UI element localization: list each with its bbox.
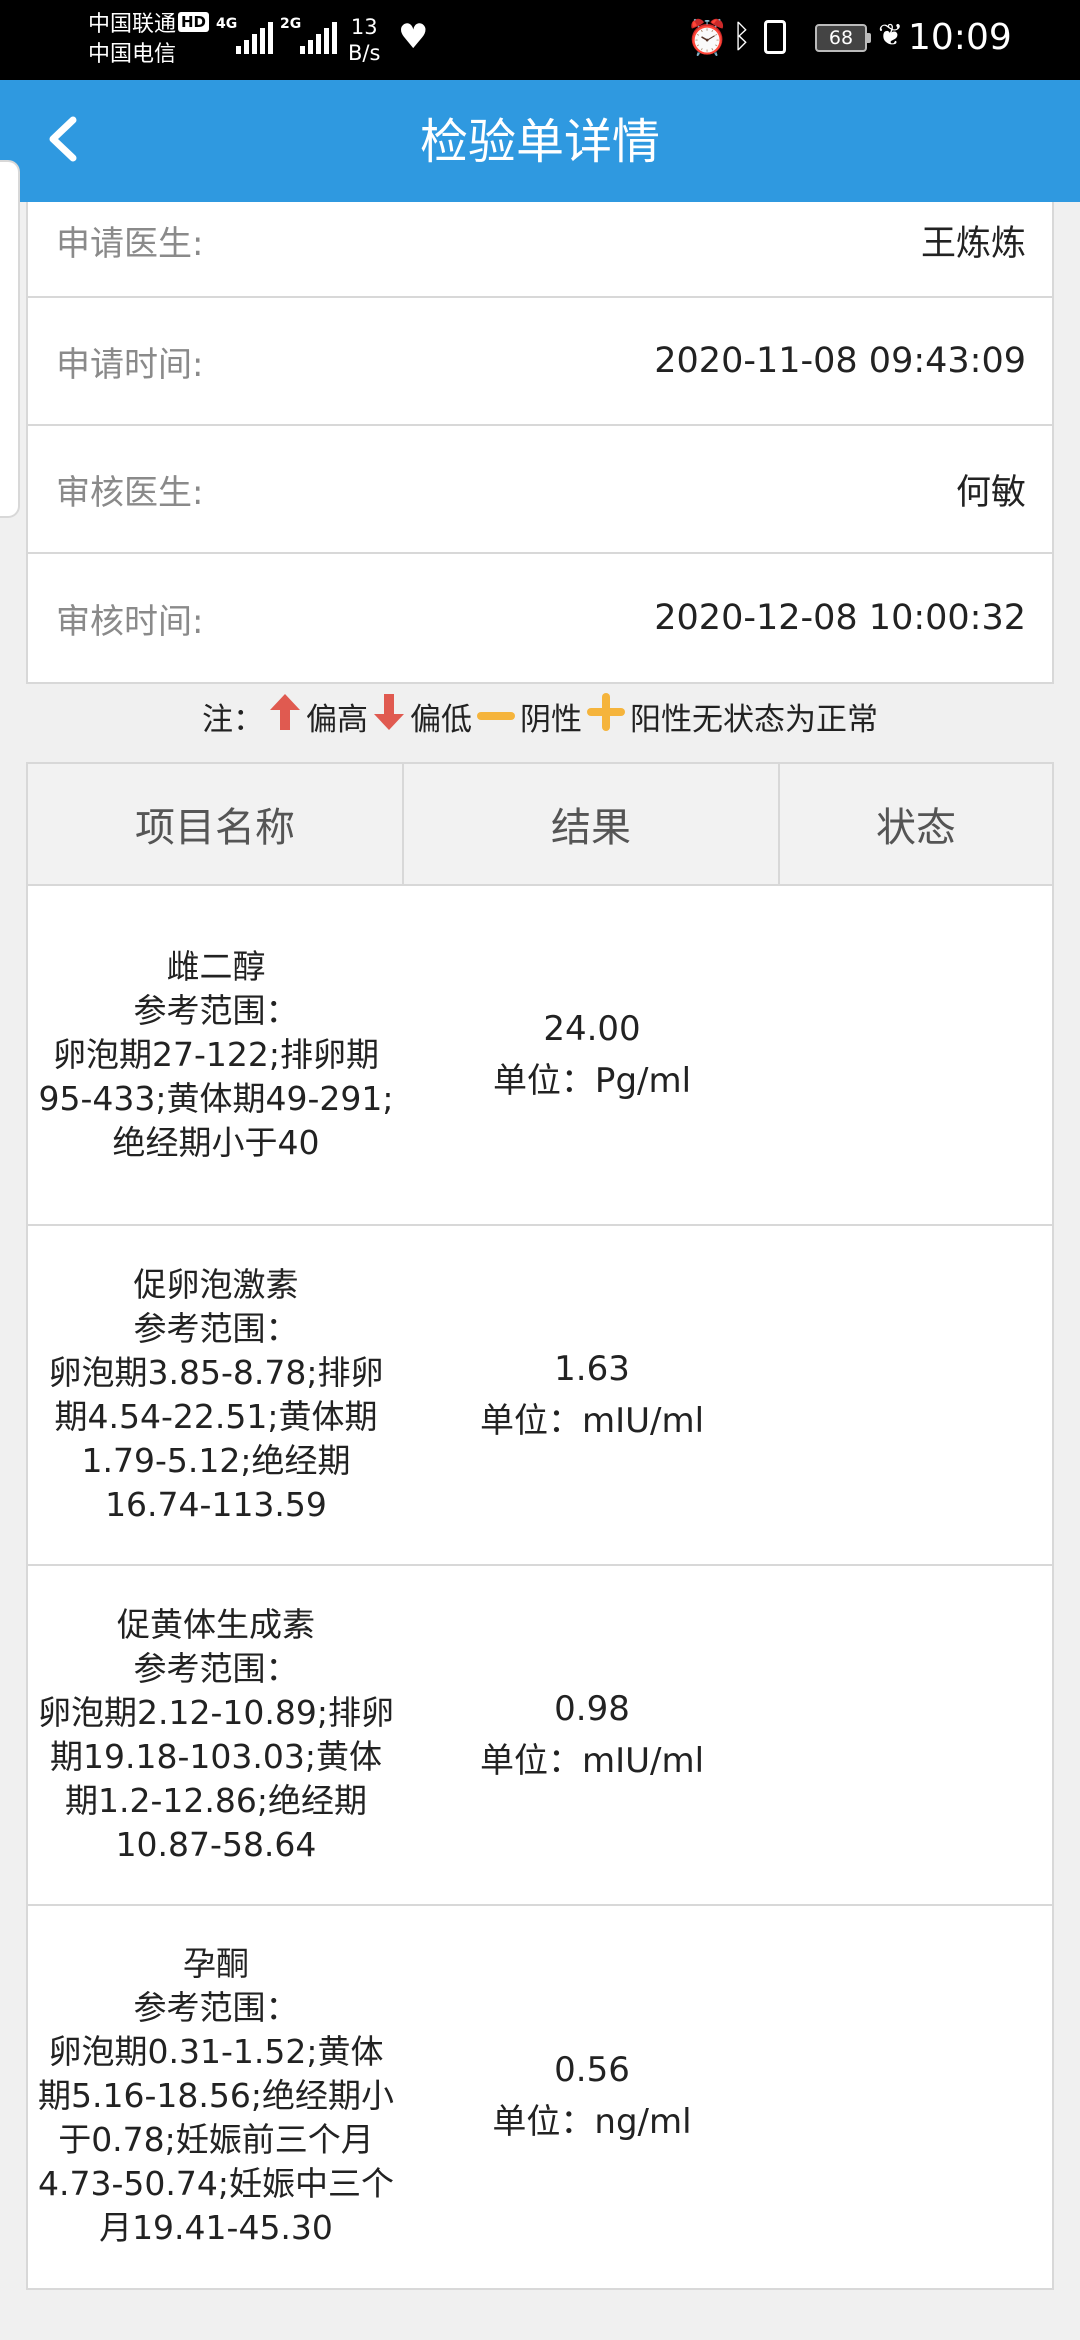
legend-low: 偏低 <box>410 701 472 738</box>
status-cell <box>780 1226 1052 1564</box>
status-cell <box>780 886 1052 1224</box>
status-bar: 中国联通 中国电信 HD 4G 2G 13 B/s ♥ ⏰ ᛒ 68 ❦ 10:… <box>0 0 1080 80</box>
arrow-down-icon <box>372 692 406 740</box>
info-label: 审核医生: <box>56 472 204 513</box>
item-name: 促黄体生成素 <box>117 1605 315 1644</box>
item-name: 孕酮 <box>183 1944 249 1983</box>
bluetooth-icon: ᛒ <box>732 17 752 55</box>
status-legend: 注： 偏高 偏低 阴性 阳性 无状态为正常 <box>0 686 1080 746</box>
reference-range: 卵泡期27-122;排卵期95-433;黄体期49-291;绝经期小于40 <box>38 1035 394 1162</box>
range-label: 参考范围： <box>133 991 299 1030</box>
status-cell <box>780 1566 1052 1904</box>
table-header: 项目名称 结果 状态 <box>28 764 1052 886</box>
result-cell: 0.98 单位：mIU/ml <box>404 1566 780 1904</box>
network-type-2: 2G <box>280 16 302 32</box>
info-row-review-doctor: 审核医生: 何敏 <box>28 426 1052 554</box>
signal-icon-2 <box>300 20 337 54</box>
network-type-1: 4G <box>216 16 238 32</box>
results-table: 项目名称 结果 状态 雌二醇 参考范围： 卵泡期27-122;排卵期95-433… <box>26 762 1054 2290</box>
info-label: 申请时间: <box>56 344 204 385</box>
column-header-result: 结果 <box>404 764 780 884</box>
table-row[interactable]: 孕酮 参考范围： 卵泡期0.31-1.52;黄体期5.16-18.56;绝经期小… <box>28 1906 1052 2288</box>
result-unit: 单位：ng/ml <box>492 2102 692 2142</box>
item-name-cell: 促卵泡激素 参考范围： 卵泡期3.85-8.78;排卵期4.54-22.51;黄… <box>28 1226 404 1564</box>
carrier-1: 中国联通 <box>88 12 177 37</box>
reference-range: 卵泡期0.31-1.52;黄体期5.16-18.56;绝经期小于0.78;妊娠前… <box>38 2032 394 2247</box>
info-row-applicant-doctor: 申请医生: 王炼炼 <box>28 184 1052 298</box>
result-value: 0.98 <box>554 1689 630 1729</box>
health-heart-icon: ♥ <box>398 17 429 57</box>
range-label: 参考范围： <box>133 1988 299 2027</box>
legend-prefix: 注： <box>202 701 264 738</box>
info-label: 申请医生: <box>56 223 204 264</box>
legend-positive: 阳性 <box>630 701 692 738</box>
info-value: 2020-12-08 10:00:32 <box>654 598 1026 638</box>
item-name-cell: 雌二醇 参考范围： 卵泡期27-122;排卵期95-433;黄体期49-291;… <box>28 886 404 1224</box>
result-unit: 单位：mIU/ml <box>479 1741 705 1781</box>
legend-high: 偏高 <box>306 701 368 738</box>
request-info-card: 申请医生: 王炼炼 申请时间: 2020-11-08 09:43:09 审核医生… <box>26 202 1054 684</box>
result-unit: 单位：Pg/ml <box>492 1061 692 1101</box>
legend-negative: 阴性 <box>520 701 582 738</box>
info-label: 审核时间: <box>56 601 204 642</box>
minus-icon <box>476 698 516 734</box>
result-cell: 24.00 单位：Pg/ml <box>404 886 780 1224</box>
item-name: 促卵泡激素 <box>133 1265 299 1304</box>
column-header-status: 状态 <box>876 805 956 851</box>
reference-range: 卵泡期2.12-10.89;排卵期19.18-103.03;黄体期1.2-12.… <box>38 1693 394 1864</box>
column-header-item-name: 项目名称 <box>28 764 404 884</box>
info-row-review-time: 审核时间: 2020-12-08 10:00:32 <box>28 554 1052 682</box>
reference-range: 卵泡期3.85-8.78;排卵期4.54-22.51;黄体期1.79-5.12;… <box>48 1353 384 1524</box>
signal-icon-1 <box>236 20 273 54</box>
hd-badge: HD <box>178 12 210 32</box>
info-row-apply-time: 申请时间: 2020-11-08 09:43:09 <box>28 298 1052 426</box>
arrow-up-icon <box>268 692 302 740</box>
battery-level: 68 <box>828 27 854 49</box>
item-name: 雌二醇 <box>166 947 266 986</box>
table-row[interactable]: 雌二醇 参考范围： 卵泡期27-122;排卵期95-433;黄体期49-291;… <box>28 886 1052 1226</box>
page-title: 检验单详情 <box>419 114 660 170</box>
item-name-cell: 促黄体生成素 参考范围： 卵泡期2.12-10.89;排卵期19.18-103.… <box>28 1566 404 1904</box>
network-speed: 13 B/s <box>348 14 380 66</box>
result-value: 1.63 <box>554 1349 630 1389</box>
result-unit: 单位：mIU/ml <box>479 1401 705 1441</box>
alarm-icon: ⏰ <box>686 18 729 58</box>
table-row[interactable]: 促卵泡激素 参考范围： 卵泡期3.85-8.78;排卵期4.54-22.51;黄… <box>28 1226 1052 1566</box>
speed-value: 13 <box>350 15 378 39</box>
plus-icon <box>586 692 626 740</box>
result-value: 24.00 <box>543 1009 641 1049</box>
result-cell: 0.56 单位：ng/ml <box>404 1906 780 2286</box>
speed-unit: B/s <box>348 41 381 65</box>
info-value: 王炼炼 <box>920 223 1026 264</box>
legend-normal-note: 无状态为正常 <box>692 701 878 738</box>
range-label: 参考范围： <box>133 1309 299 1348</box>
result-value: 0.56 <box>554 2050 630 2090</box>
result-cell: 1.63 单位：mIU/ml <box>404 1226 780 1564</box>
item-name-cell: 孕酮 参考范围： 卵泡期0.31-1.52;黄体期5.16-18.56;绝经期小… <box>28 1906 404 2286</box>
range-label: 参考范围： <box>133 1649 299 1688</box>
side-drawer-handle[interactable] <box>0 160 20 518</box>
battery-icon: 68 <box>815 24 871 52</box>
info-value: 何敏 <box>955 472 1026 513</box>
vibrate-icon <box>764 20 786 54</box>
leaf-icon: ❦ <box>878 18 904 53</box>
carrier-2: 中国电信 <box>88 42 177 67</box>
status-cell <box>780 1906 1052 2286</box>
info-value: 2020-11-08 09:43:09 <box>654 341 1026 381</box>
table-row[interactable]: 促黄体生成素 参考范围： 卵泡期2.12-10.89;排卵期19.18-103.… <box>28 1566 1052 1906</box>
carrier-info: 中国联通 中国电信 <box>88 10 176 70</box>
clock: 10:09 <box>908 17 1012 58</box>
